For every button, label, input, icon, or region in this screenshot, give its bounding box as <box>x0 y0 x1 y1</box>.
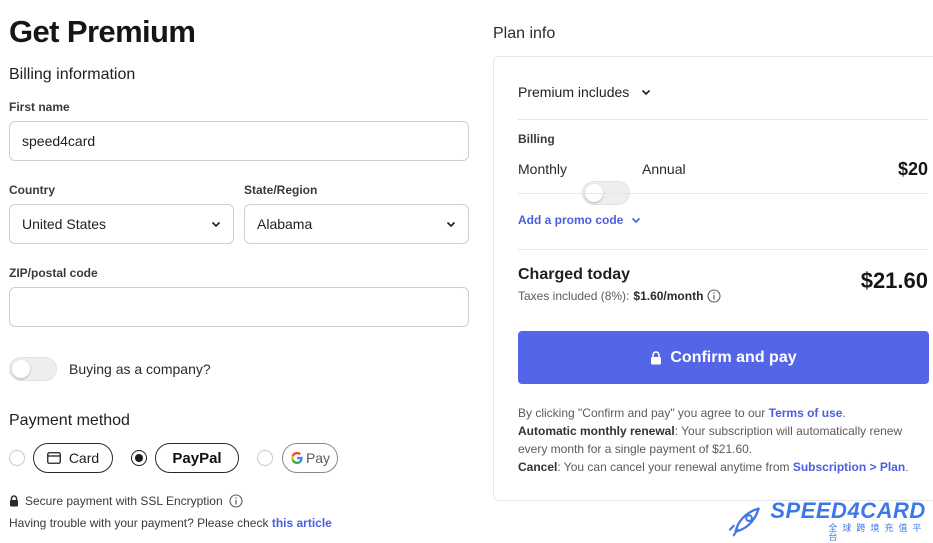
state-value: Alabama <box>257 216 313 232</box>
state-label: State/Region <box>244 183 318 197</box>
subscription-plan-link[interactable]: Subscription > Plan <box>793 460 905 474</box>
this-article-link[interactable]: this article <box>272 516 332 530</box>
divider <box>518 249 928 250</box>
lock-icon <box>10 495 18 507</box>
first-name-field[interactable]: speed4card <box>9 121 469 161</box>
divider <box>518 193 928 194</box>
company-toggle-label: Buying as a company? <box>69 361 211 377</box>
watermark-text: SPEED4CARD 全球跨境充值平台 <box>770 500 933 542</box>
payment-trouble-row: Having trouble with your payment? Please… <box>9 516 332 530</box>
first-name-label: First name <box>9 100 70 114</box>
plan-price: $20 <box>897 159 928 179</box>
taxes-value: $1.60/month <box>633 289 704 303</box>
legal-text: By clicking "Confirm and pay" you agree … <box>518 404 928 476</box>
terms-suffix: . <box>842 406 846 420</box>
taxes-row: Taxes included (8%): $1.60/month <box>518 289 721 303</box>
chevron-down-icon <box>446 221 456 228</box>
country-label: Country <box>9 183 55 197</box>
billing-section-title: Billing information <box>9 66 136 83</box>
chevron-down-icon <box>632 217 641 224</box>
premium-includes-toggle[interactable]: Premium includes <box>518 84 651 100</box>
renewal-bold: Automatic monthly renewal <box>518 424 675 438</box>
rocket-logo-icon <box>728 507 760 537</box>
card-label: Card <box>68 450 100 466</box>
terms-line: By clicking "Confirm and pay" you agree … <box>518 404 928 422</box>
google-g-icon <box>291 452 303 464</box>
credit-card-icon <box>46 452 61 464</box>
paypal-radio[interactable] <box>131 450 147 466</box>
terms-of-use-link[interactable]: Terms of use <box>769 406 843 420</box>
premium-includes-label: Premium includes <box>518 84 630 100</box>
page-title: Get Premium <box>9 14 196 49</box>
zip-field[interactable] <box>9 287 469 327</box>
payment-section-title: Payment method <box>9 412 130 429</box>
confirm-and-pay-label: Confirm and pay <box>670 348 797 366</box>
country-select[interactable]: United States <box>9 204 234 244</box>
zip-label: ZIP/postal code <box>9 266 98 280</box>
toggle-knob <box>12 360 30 378</box>
card-option[interactable]: Card <box>33 443 113 473</box>
secure-payment-text: Secure payment with SSL Encryption <box>25 494 223 508</box>
terms-prefix: By clicking "Confirm and pay" you agree … <box>518 406 769 420</box>
state-select[interactable]: Alabama <box>244 204 469 244</box>
country-value: United States <box>22 216 107 232</box>
charged-today-label: Charged today <box>518 266 631 283</box>
gpay-option[interactable]: Pay <box>282 443 338 473</box>
paypal-option[interactable]: PayPal <box>155 443 239 473</box>
cancel-bold: Cancel <box>518 460 558 474</box>
cancel-line: Cancel: You can cancel your renewal anyt… <box>518 458 928 476</box>
secure-payment-row: Secure payment with SSL Encryption <box>9 494 243 508</box>
cancel-text: : You can cancel your renewal anytime fr… <box>557 460 793 474</box>
renewal-line: Automatic monthly renewal: Your subscrip… <box>518 422 928 458</box>
add-promo-code-link[interactable]: Add a promo code <box>518 213 641 227</box>
divider <box>518 119 928 120</box>
promo-code-label: Add a promo code <box>518 213 624 227</box>
paypal-label: PayPal <box>172 449 222 467</box>
watermark-brand: SPEED4CARD <box>770 498 926 523</box>
lock-icon <box>651 350 662 364</box>
taxes-prefix: Taxes included (8%): <box>518 289 630 303</box>
total-price: $21.60 <box>860 268 928 293</box>
card-radio[interactable] <box>9 450 25 466</box>
annual-label: Annual <box>642 161 686 177</box>
payment-trouble-text: Having trouble with your payment? Please… <box>9 516 269 530</box>
chevron-down-icon <box>642 89 651 96</box>
confirm-and-pay-button[interactable]: Confirm and pay <box>518 331 929 384</box>
first-name-value: speed4card <box>22 133 96 149</box>
gpay-label: Pay <box>305 450 331 466</box>
cancel-suffix: . <box>905 460 909 474</box>
monthly-label: Monthly <box>518 161 568 177</box>
billing-label: Billing <box>518 132 555 146</box>
gpay-radio[interactable] <box>257 450 273 466</box>
plan-info-title: Plan info <box>493 25 556 42</box>
chevron-down-icon <box>211 221 221 228</box>
info-icon[interactable] <box>229 494 243 508</box>
info-icon[interactable] <box>707 289 721 303</box>
company-toggle[interactable] <box>9 357 57 381</box>
speed4card-watermark: SPEED4CARD 全球跨境充值平台 <box>728 500 933 542</box>
watermark-tagline: 全球跨境充值平台 <box>828 523 927 542</box>
